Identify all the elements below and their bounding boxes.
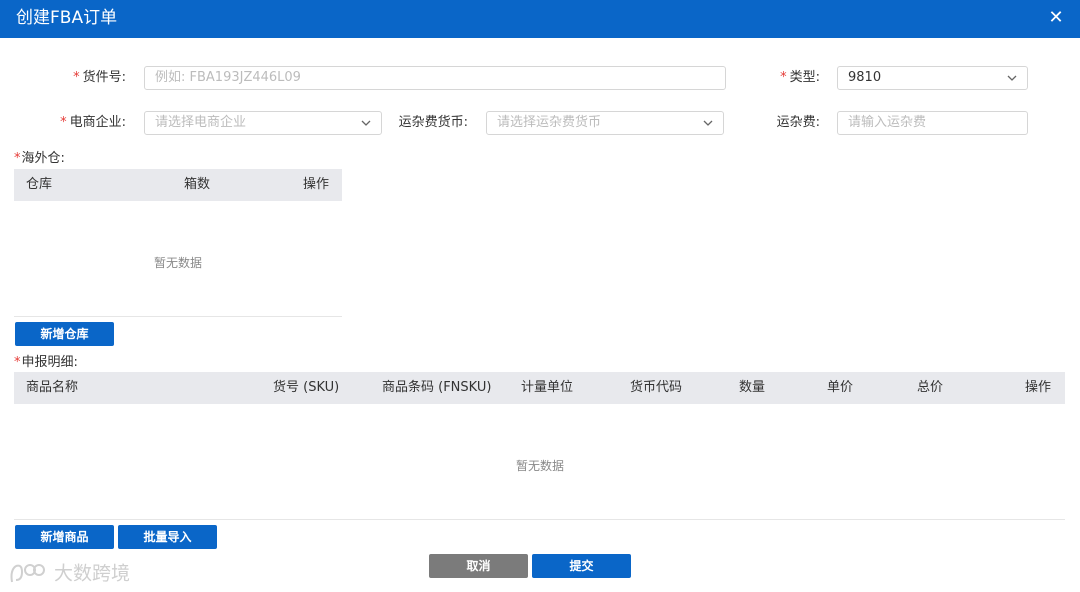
- warehouse-empty-text: 暂无数据: [154, 256, 203, 270]
- declaration-empty-text: 暂无数据: [516, 459, 565, 473]
- type-value: 9810: [848, 70, 882, 85]
- warehouse-col-boxes: 箱数: [184, 177, 211, 192]
- declaration-section-label: *申报明细:: [14, 355, 78, 370]
- freight-placeholder: 请输入运杂费: [848, 115, 927, 130]
- decl-col-product-name: 商品名称: [26, 380, 79, 395]
- dialog-header: 创建FBA订单 ✕: [0, 0, 1080, 38]
- warehouse-col-warehouse: 仓库: [26, 177, 53, 192]
- declaration-table-header: 商品名称 货号 (SKU) 商品条码 (FNSKU) 计量单位 货币代码 数量 …: [14, 372, 1065, 404]
- watermark-text: 大数跨境: [54, 562, 131, 585]
- warehouse-section-label: *海外仓:: [14, 151, 65, 166]
- decl-col-fnsku: 商品条码 (FNSKU): [382, 380, 492, 395]
- freight-currency-select[interactable]: 请选择运杂费货币: [486, 111, 724, 135]
- decl-col-actions: 操作: [1025, 380, 1052, 395]
- chevron-down-icon: [1007, 75, 1017, 81]
- cargo-no-label: * 货件号:: [73, 70, 126, 85]
- submit-button[interactable]: 提交: [532, 554, 631, 578]
- chevron-down-icon: [703, 120, 713, 126]
- watermark-logo-icon: [10, 563, 45, 582]
- freight-input[interactable]: 请输入运杂费: [837, 111, 1028, 135]
- add-warehouse-button[interactable]: 新增仓库: [15, 322, 114, 346]
- chevron-down-icon: [361, 120, 371, 126]
- divider: [14, 519, 1065, 520]
- add-product-button[interactable]: 新增商品: [15, 525, 114, 549]
- ecommerce-label: * 电商企业:: [60, 115, 126, 130]
- ecommerce-select[interactable]: 请选择电商企业: [144, 111, 382, 135]
- decl-col-unit: 计量单位: [521, 380, 574, 395]
- warehouse-col-actions: 操作: [303, 177, 330, 192]
- freight-currency-placeholder: 请选择运杂费货币: [497, 115, 602, 130]
- cancel-button[interactable]: 取消: [429, 554, 528, 578]
- decl-col-sku: 货号 (SKU): [273, 380, 340, 395]
- divider: [14, 316, 342, 317]
- cargo-no-placeholder: 例如: FBA193JZ446L09: [155, 70, 301, 85]
- decl-col-unit-price: 单价: [827, 380, 854, 395]
- type-label: * 类型:: [780, 70, 820, 85]
- close-icon[interactable]: ✕: [1046, 7, 1066, 29]
- cargo-no-input[interactable]: 例如: FBA193JZ446L09: [144, 66, 726, 90]
- freight-currency-label: 运杂费货币:: [398, 115, 468, 130]
- type-select[interactable]: 9810: [837, 66, 1028, 90]
- batch-import-button[interactable]: 批量导入: [118, 525, 217, 549]
- warehouse-table-header: 仓库 箱数 操作: [14, 169, 342, 201]
- watermark: 大数跨境: [8, 560, 130, 586]
- decl-col-currency: 货币代码: [630, 380, 683, 395]
- decl-col-total: 总价: [917, 380, 944, 395]
- freight-label: 运杂费:: [776, 115, 820, 130]
- dialog-title: 创建FBA订单: [16, 8, 118, 28]
- ecommerce-placeholder: 请选择电商企业: [155, 115, 247, 130]
- decl-col-quantity: 数量: [739, 380, 766, 395]
